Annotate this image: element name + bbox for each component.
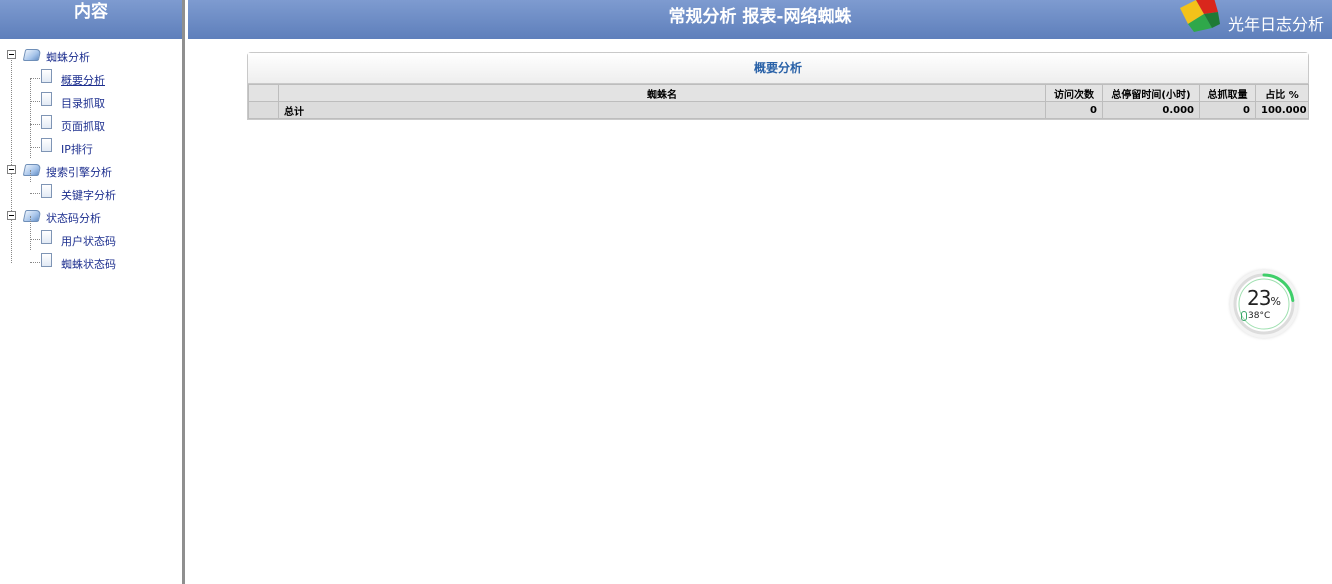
- usage-percent-unit: %: [1270, 295, 1281, 308]
- table-row-total: 总计 0 0.000 0 100.000: [248, 101, 1309, 119]
- page-icon: [41, 115, 52, 129]
- column-header-spider-name[interactable]: 蜘蛛名: [278, 84, 1046, 102]
- folder-open-icon: [22, 49, 42, 61]
- logo-icon: [1180, 0, 1220, 32]
- table-cell: 总计: [278, 101, 1046, 119]
- brand-name: 光年日志分析: [1228, 15, 1325, 34]
- temperature-readout: 38°C: [1241, 311, 1298, 321]
- system-monitor-widget[interactable]: 23% 38°C: [1230, 270, 1298, 338]
- tree-item-user-status[interactable]: 用户状态码: [0, 229, 182, 252]
- table-cell: 0: [1199, 101, 1256, 119]
- tree-item-label[interactable]: 概要分析: [61, 72, 105, 88]
- tree-connector: [30, 101, 40, 102]
- tree-item-keyword[interactable]: 关键字分析: [0, 183, 182, 206]
- tree-connector: [30, 170, 31, 182]
- collapse-toggle-icon[interactable]: [7, 165, 16, 174]
- page-icon: [41, 69, 52, 83]
- tree-connector: [30, 239, 40, 240]
- tree-item-directory-crawl[interactable]: 目录抓取: [0, 91, 182, 114]
- usage-percent-value: 23: [1247, 286, 1271, 310]
- folder-open-icon: [22, 210, 42, 222]
- tree-item-label[interactable]: 页面抓取: [61, 118, 105, 134]
- tree-group-label[interactable]: 搜索引擎分析: [46, 164, 112, 180]
- column-header-percent[interactable]: 占比 %: [1255, 84, 1309, 102]
- tree-item-spider-status[interactable]: 蜘蛛状态码: [0, 252, 182, 275]
- page-title: 常规分析 报表-网络蜘蛛: [668, 7, 852, 27]
- page-icon: [41, 184, 52, 198]
- tree-item-label[interactable]: 关键字分析: [61, 187, 116, 203]
- thermometer-icon: [1241, 311, 1247, 321]
- column-header-visits[interactable]: 访问次数: [1045, 84, 1103, 102]
- report-title: 概要分析: [248, 53, 1308, 84]
- column-header-stay-time[interactable]: 总停留时间(小时): [1102, 84, 1200, 102]
- page-icon: [41, 92, 52, 106]
- nav-tree: 蜘蛛分析 概要分析 目录抓取 页面抓取 IP排行 搜索引擎分析 关键字分析 状态…: [0, 39, 182, 275]
- table-cell: 100.000: [1255, 101, 1309, 119]
- table-cell: 0: [1045, 101, 1103, 119]
- tree-item-ip-ranking[interactable]: IP排行: [0, 137, 182, 160]
- tree-item-page-crawl[interactable]: 页面抓取: [0, 114, 182, 137]
- collapse-toggle-icon[interactable]: [7, 50, 16, 59]
- column-header-index: [248, 84, 279, 102]
- tree-item-label[interactable]: 目录抓取: [61, 95, 105, 111]
- tree-connector: [30, 78, 40, 79]
- report-panel: 概要分析 蜘蛛名 访问次数 总停留时间(小时) 总抓取量 占比 % 总计 0 0…: [247, 52, 1309, 120]
- top-header: 常规分析 报表-网络蜘蛛 光年日志分析: [188, 0, 1332, 39]
- tree-item-label[interactable]: IP排行: [61, 141, 93, 157]
- tree-connector: [30, 193, 40, 194]
- tree-group-search-engine[interactable]: 搜索引擎分析: [0, 160, 182, 183]
- usage-percent: 23%: [1230, 286, 1298, 310]
- tree-connector: [30, 124, 40, 125]
- collapse-toggle-icon[interactable]: [7, 211, 16, 220]
- table-cell: 0.000: [1102, 101, 1200, 119]
- tree-connector: [30, 147, 40, 148]
- page-icon: [41, 138, 52, 152]
- tree-item-label[interactable]: 蜘蛛状态码: [61, 256, 116, 272]
- left-panel-header: 内容: [0, 0, 182, 39]
- table-cell: [248, 101, 279, 119]
- tree-group-label[interactable]: 状态码分析: [46, 210, 101, 226]
- tree-connector: [30, 262, 40, 263]
- tree-item-overview[interactable]: 概要分析: [0, 68, 182, 91]
- column-header-crawl-count[interactable]: 总抓取量: [1199, 84, 1256, 102]
- table-header-row: 蜘蛛名 访问次数 总停留时间(小时) 总抓取量 占比 %: [248, 84, 1309, 102]
- temperature-value: 38°C: [1248, 311, 1271, 321]
- tree-group-label[interactable]: 蜘蛛分析: [46, 49, 90, 65]
- tree-group-status-code[interactable]: 状态码分析: [0, 206, 182, 229]
- report-table: 蜘蛛名 访问次数 总停留时间(小时) 总抓取量 占比 % 总计 0 0.000 …: [248, 84, 1309, 119]
- tree-group-spider[interactable]: 蜘蛛分析: [0, 45, 182, 68]
- left-panel: 内容 蜘蛛分析 概要分析 目录抓取 页面抓取 IP排行 搜索引擎分析 关键字分析…: [0, 0, 185, 584]
- page-icon: [41, 253, 52, 267]
- tree-item-label[interactable]: 用户状态码: [61, 233, 116, 249]
- folder-open-icon: [22, 164, 42, 176]
- page-icon: [41, 230, 52, 244]
